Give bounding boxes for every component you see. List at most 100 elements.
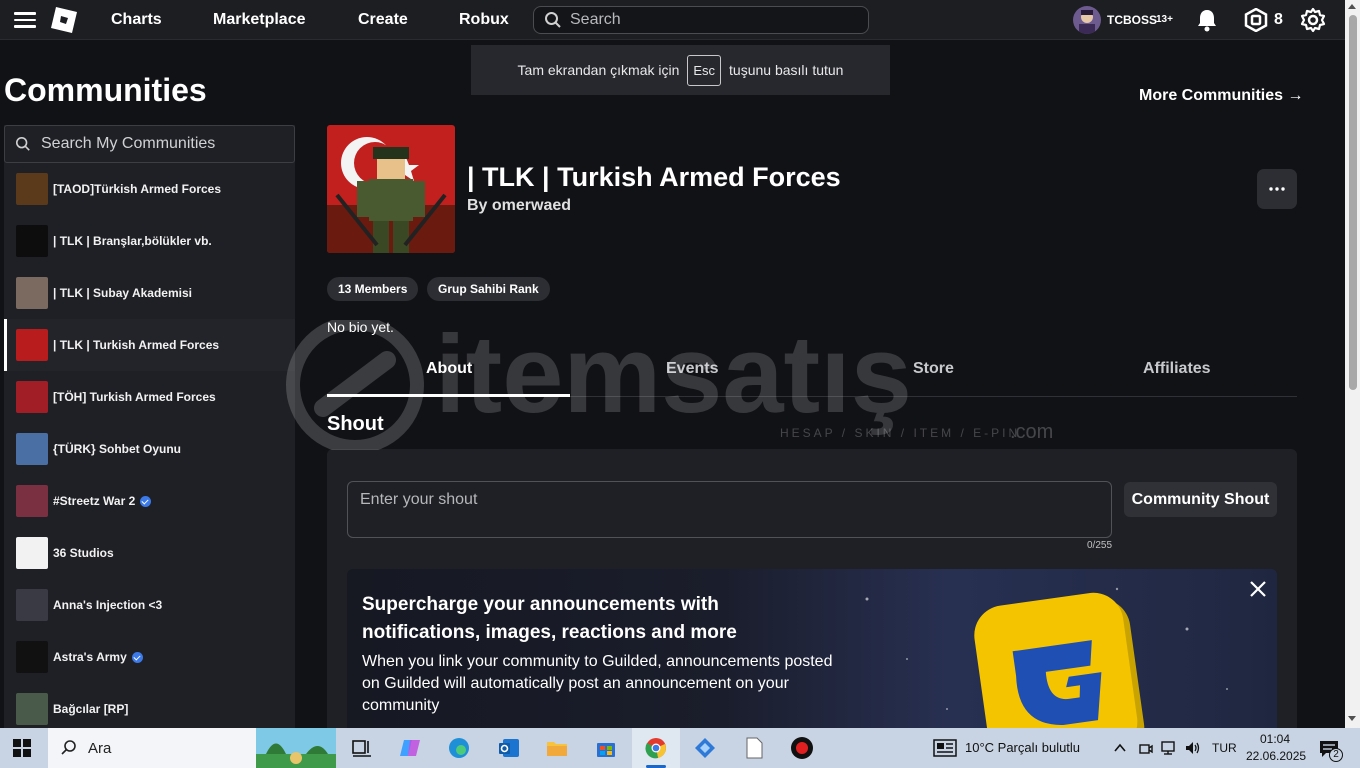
active-tab-indicator [327,394,570,397]
microsoft-store-icon[interactable] [594,736,618,760]
network-icon[interactable] [1160,739,1178,757]
sidebar-community-item[interactable]: | TLK | Subay Akademisi [4,267,295,319]
page-title: Communities [4,72,207,108]
global-search-input[interactable] [570,11,850,29]
sidebar-community-item[interactable]: #Streetz War 2 [4,475,295,527]
chrome-browser-icon[interactable] [644,736,668,760]
meet-now-icon[interactable] [1137,739,1155,757]
task-view-icon[interactable] [350,736,374,760]
community-item-label: #Streetz War 2 [53,494,136,508]
roblox-logo-icon[interactable] [50,6,78,34]
weather-text[interactable]: 10°C Parçalı bulutlu [965,740,1080,755]
community-item-label: Anna's Injection <3 [53,598,163,612]
communities-sidebar: [TAOD]Türkish Armed Forces | TLK | Branşl… [4,125,295,728]
shout-char-count: 0/255 [1087,540,1113,551]
document-icon[interactable] [742,736,766,760]
community-shout-button[interactable]: Community Shout [1124,482,1277,517]
guilded-logo-icon [974,592,1145,728]
nav-marketplace-link[interactable]: Marketplace [213,11,306,29]
snipping-tool-icon[interactable] [693,736,717,760]
shout-section-title: Shout [327,413,384,435]
robux-balance[interactable]: 8 [1274,11,1283,29]
sidebar-community-item[interactable]: Astra's Army [4,631,295,683]
page-scrollbar[interactable] [1345,0,1360,728]
gear-icon[interactable] [1300,7,1326,33]
community-thumbnail [16,693,48,725]
sidebar-community-item[interactable]: | TLK | Turkish Armed Forces [4,319,295,371]
community-item-label: [TÖH] Turkish Armed Forces [53,390,216,404]
chevron-up-icon[interactable] [1112,740,1128,756]
tab-store[interactable]: Store [913,360,954,378]
community-thumbnail [16,381,48,413]
close-icon[interactable] [1248,579,1268,599]
sidebar-search-box[interactable] [4,125,295,163]
global-search-box[interactable] [533,6,869,34]
windows-taskbar: Ara 10°C Parçalı bulutlu TUR 01:04 22.06… [0,728,1360,768]
community-item-label: | TLK | Branşlar,bölükler vb. [53,234,212,248]
sidebar-community-item[interactable]: Anna's Injection <3 [4,579,295,631]
tab-affiliates[interactable]: Affiliates [1143,360,1211,378]
robux-icon[interactable] [1244,8,1268,32]
news-widget-icon[interactable] [933,738,957,758]
watermark-brand: itemsatış [435,320,912,436]
sidebar-community-item[interactable]: 36 Studios [4,527,295,579]
guilded-promo-card: Supercharge your announcements with noti… [347,569,1277,728]
top-navigation-bar: Charts Marketplace Create Robux TCBOSS 1… [0,0,1345,40]
clock-date[interactable]: 22.06.2025 [1246,749,1306,763]
chrome-taskbar-active[interactable] [632,728,680,768]
community-thumbnail [16,277,48,309]
scrollbar-thumb[interactable] [1349,15,1357,390]
edge-browser-icon[interactable] [447,736,471,760]
user-avatar[interactable] [1073,6,1101,34]
tab-events[interactable]: Events [666,360,718,378]
guilded-promo-title: Supercharge your announcements with noti… [362,594,737,643]
menu-icon[interactable] [14,12,36,28]
community-thumbnail [16,641,48,673]
shout-input[interactable] [347,481,1112,538]
sidebar-community-item[interactable]: | TLK | Branşlar,bölükler vb. [4,215,295,267]
community-name: | TLK | Turkish Armed Forces [467,162,841,192]
community-item-label: Bağcılar [RP] [53,702,129,716]
taskbar-search-placeholder: Ara [88,739,112,757]
community-owner[interactable]: By omerwaed [467,197,571,215]
search-highlight-image [256,728,336,768]
bell-icon[interactable] [1196,8,1218,32]
nav-robux-link[interactable]: Robux [459,11,509,29]
language-indicator[interactable]: TUR [1212,741,1237,755]
sidebar-community-item[interactable]: [TAOD]Türkish Armed Forces [4,163,295,215]
community-list: [TAOD]Türkish Armed Forces | TLK | Branşl… [4,163,295,728]
outlook-icon[interactable] [497,736,521,760]
more-options-button[interactable] [1257,169,1297,209]
community-thumbnail [16,589,48,621]
sidebar-community-item[interactable]: {TÜRK} Sohbet Oyunu [4,423,295,475]
nav-create-link[interactable]: Create [358,11,408,29]
taskbar-search-box[interactable]: Ara [48,728,256,768]
community-thumbnail [16,225,48,257]
volume-icon[interactable] [1184,739,1202,757]
verified-badge-icon [140,495,152,507]
age-badge: 13+ [1156,14,1173,25]
sidebar-search-input[interactable] [41,135,271,153]
community-icon [327,125,455,253]
screen-recorder-icon[interactable] [790,736,814,760]
community-thumbnail [16,485,48,517]
more-communities-link[interactable]: More Communities → [1139,87,1303,105]
copilot-icon[interactable] [398,736,422,760]
community-bio: No bio yet. [327,319,394,335]
username-label[interactable]: TCBOSS [1107,13,1157,27]
members-count-chip: 13 Members [327,277,419,301]
fullscreen-exit-banner: Tam ekrandan çıkmak için Esc tuşunu bası… [471,45,890,95]
clock-time[interactable]: 01:04 [1260,732,1290,746]
community-item-label: {TÜRK} Sohbet Oyunu [53,442,181,456]
rank-chip: Grup Sahibi Rank [427,277,550,301]
community-item-label: 36 Studios [53,546,114,560]
tab-about[interactable]: About [426,360,472,378]
windows-start-icon[interactable] [13,739,31,757]
esc-key-badge: Esc [687,54,722,86]
banner-text-after: tuşunu basılı tutun [729,62,844,78]
sidebar-community-item[interactable]: [TÖH] Turkish Armed Forces [4,371,295,423]
file-explorer-icon[interactable] [545,736,569,760]
community-thumbnail [16,433,48,465]
sidebar-community-item[interactable]: Bağcılar [RP] [4,683,295,728]
nav-charts-link[interactable]: Charts [111,11,162,29]
